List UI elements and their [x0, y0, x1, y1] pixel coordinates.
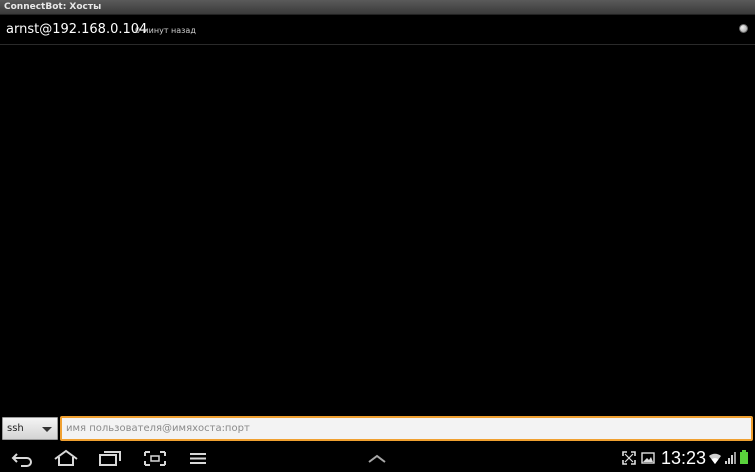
signal-icon	[724, 450, 736, 469]
quick-connect-bar: ssh	[0, 414, 755, 444]
battery-icon	[739, 450, 749, 469]
host-nickname: arnst@192.168.0.104	[6, 22, 148, 37]
status-dot-icon	[739, 24, 748, 33]
menu-icon[interactable]	[185, 448, 213, 468]
wifi-icon	[708, 450, 722, 469]
title-bar: ConnectBot: Хосты	[0, 0, 755, 15]
window-title: ConnectBot: Хосты	[4, 2, 102, 12]
connectbot-screen: ConnectBot: Хосты arnst@192.168.0.104 0 …	[0, 0, 755, 472]
expand-up-icon[interactable]	[363, 448, 391, 468]
system-nav-bar: 13:23	[0, 444, 755, 472]
recent-apps-icon[interactable]	[96, 448, 124, 468]
back-icon[interactable]	[9, 448, 37, 468]
home-icon[interactable]	[52, 448, 80, 468]
host-last-connect: 0 минут назад	[135, 26, 196, 35]
protocol-select[interactable]: ssh	[2, 417, 58, 440]
screenshot-icon[interactable]	[141, 448, 169, 468]
screen-rotate-icon	[622, 450, 636, 469]
chevron-down-icon	[42, 427, 52, 432]
status-clock: 13:23	[661, 448, 707, 468]
protocol-value: ssh	[7, 423, 24, 434]
gallery-icon	[641, 450, 655, 469]
host-list-item[interactable]: arnst@192.168.0.104 0 минут назад	[0, 15, 755, 45]
quick-connect-input[interactable]	[60, 416, 753, 441]
